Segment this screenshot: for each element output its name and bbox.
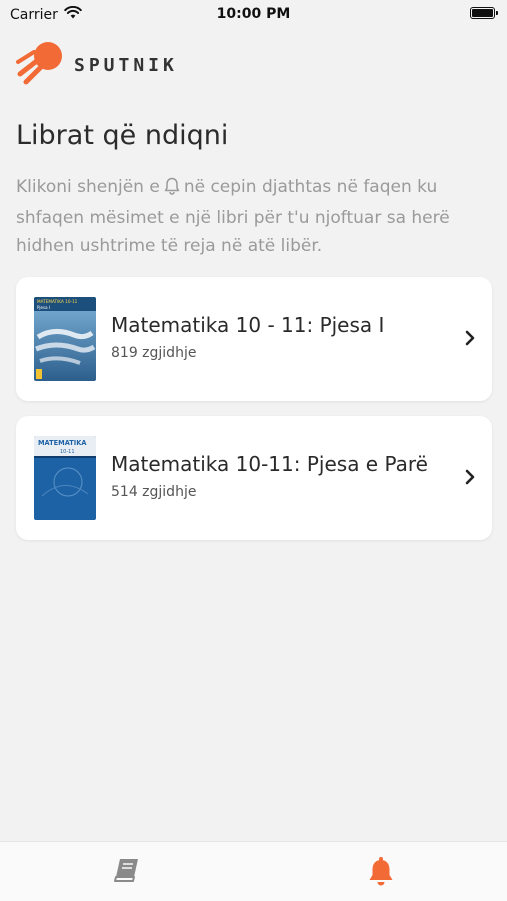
cover-title: MATEMATIKA 10-11 — [37, 299, 78, 304]
book-card[interactable]: MATEMATIKA 10-11 Matematika 10-11: Pjesa… — [16, 416, 492, 540]
book-title: Matematika 10 - 11: Pjesa I — [111, 313, 385, 337]
book-title: Matematika 10-11: Pjesa e Parë — [111, 452, 428, 476]
page-title: Librat që ndiqni — [16, 120, 229, 151]
cover-subtitle: 10-11 — [60, 449, 75, 455]
cover-subtitle: Pjesa I — [37, 305, 50, 310]
brand-logo: SPUTNIK — [16, 40, 178, 90]
status-time: 10:00 PM — [216, 6, 291, 22]
follow-hint: Klikoni shenjën e në cepin djathtas në fa… — [16, 173, 486, 260]
book-info: Matematika 10 - 11: Pjesa I 819 zgjidhje — [111, 313, 452, 361]
book-cover-image: MATEMATIKA 10-11 Pjesa I — [34, 297, 96, 381]
solutions-count: 819 zgjidhje — [111, 345, 197, 361]
bell-icon — [366, 856, 396, 888]
chevron-right-icon — [464, 329, 476, 351]
tab-bar — [0, 841, 507, 901]
tab-books[interactable] — [107, 856, 147, 888]
chevron-right-icon — [464, 468, 476, 490]
hint-text-start: Klikoni shenjën e — [16, 177, 160, 197]
solutions-count: 514 zgjidhje — [111, 484, 197, 500]
book-cover-image: MATEMATIKA 10-11 — [34, 436, 96, 520]
sputnik-logo-icon — [16, 40, 64, 90]
book-icon — [112, 856, 142, 888]
battery-icon — [470, 7, 498, 19]
book-card[interactable]: MATEMATIKA 10-11 Pjesa I Matematika 10 -… — [16, 277, 492, 401]
cover-title: MATEMATIKA — [38, 439, 87, 447]
status-bar: Carrier 10:00 PM — [0, 0, 507, 28]
tab-notifications[interactable] — [361, 856, 401, 888]
brand-name: SPUTNIK — [74, 54, 178, 76]
book-info: Matematika 10-11: Pjesa e Parë 514 zgjid… — [111, 452, 452, 500]
bell-outline-icon — [164, 176, 180, 204]
